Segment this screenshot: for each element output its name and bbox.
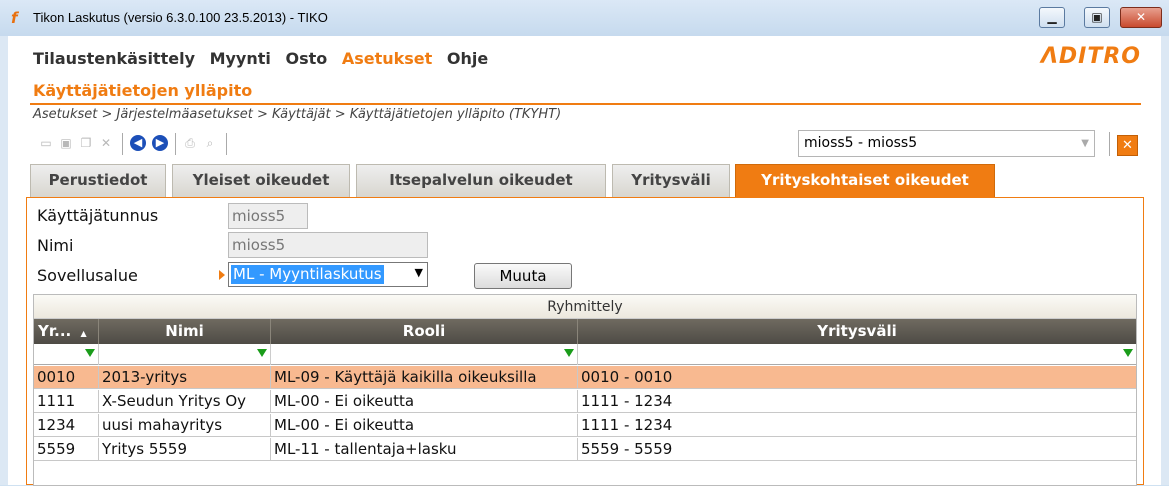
column-header-role[interactable]: Rooli: [271, 319, 578, 344]
column-header-company-label: Yr...: [38, 322, 72, 340]
filter-row: [34, 344, 1136, 365]
username-field: mioss5: [228, 203, 308, 229]
sort-ascending-icon: ▲: [80, 329, 87, 338]
chevron-down-icon[interactable]: ▼: [415, 266, 423, 279]
cell-role: ML-00 - Ei oikeutta: [271, 414, 578, 437]
cell-name: uusi mahayritys: [99, 414, 271, 437]
cell-name: Yritys 5559: [99, 438, 271, 461]
filter-cell[interactable]: [578, 344, 1136, 365]
cell-role: ML-11 - tallentaja+lasku: [271, 438, 578, 461]
menu-item-tilaustenkasittely[interactable]: Tilaustenkäsittely: [33, 49, 195, 68]
aditro-logo: ΛDITRO: [1040, 44, 1141, 69]
username-label: Käyttäjätunnus: [37, 206, 159, 225]
save-icon[interactable]: ▣: [58, 135, 74, 151]
page-title: Käyttäjätietojen ylläpito: [33, 81, 253, 100]
menu-item-ohje[interactable]: Ohje: [447, 49, 488, 68]
name-field: mioss5: [228, 232, 428, 258]
chevron-down-icon[interactable]: ▼: [1081, 131, 1089, 156]
cell-name: X-Seudun Yritys Oy: [99, 390, 271, 413]
table-row[interactable]: 1111 X-Seudun Yritys Oy ML-00 - Ei oikeu…: [34, 390, 1136, 413]
app-icon: f: [11, 9, 18, 27]
name-label: Nimi: [37, 236, 74, 255]
cell-company: 0010: [34, 366, 99, 389]
copy-icon[interactable]: ❐: [78, 135, 94, 151]
tab-yleiset-oikeudet[interactable]: Yleiset oikeudet: [172, 164, 350, 197]
application-area-value: ML - Myyntilaskutus: [231, 265, 384, 284]
cell-role: ML-00 - Ei oikeutta: [271, 390, 578, 413]
column-header-name[interactable]: Nimi: [99, 319, 271, 344]
required-marker-icon: [219, 270, 225, 280]
title-bar[interactable]: f Tikon Laskutus (versio 6.3.0.100 23.5.…: [0, 0, 1169, 36]
toolbar-separator: [122, 133, 123, 155]
title-divider: [30, 103, 1141, 105]
user-select-value: mioss5 - mioss5: [804, 135, 918, 151]
cell-company: 1111: [34, 390, 99, 413]
grid-header: Yr... ▲ Nimi Rooli Yritysväli: [34, 319, 1136, 344]
tab-yrityskohtaiset-oikeudet[interactable]: Yrityskohtaiset oikeudet: [735, 164, 995, 197]
grouping-bar[interactable]: Ryhmittely: [34, 295, 1136, 319]
user-select-combo[interactable]: mioss5 - mioss5 ▼: [798, 130, 1095, 157]
window-close-button[interactable]: ✕: [1120, 7, 1162, 28]
delete-icon[interactable]: ✕: [98, 135, 114, 151]
print-preview-icon[interactable]: ⌕: [202, 135, 218, 151]
filter-cell[interactable]: [34, 344, 99, 365]
forward-icon[interactable]: ▶: [152, 135, 168, 151]
toolbar-separator: [1109, 132, 1110, 156]
table-row[interactable]: 5559 Yritys 5559 ML-11 - tallentaja+lask…: [34, 438, 1136, 461]
cell-company-range: 1111 - 1234: [581, 392, 673, 410]
main-menu: Tilaustenkäsittely Myynti Osto Asetukset…: [33, 49, 497, 68]
toolbar-separator: [226, 133, 227, 155]
cell-company-range: 1111 - 1234: [581, 416, 673, 434]
maximize-button[interactable]: ▣: [1084, 7, 1110, 28]
filter-cell[interactable]: [99, 344, 271, 365]
tab-yritysvali[interactable]: Yritysväli: [612, 164, 730, 197]
window-title: Tikon Laskutus (versio 6.3.0.100 23.5.20…: [33, 10, 328, 25]
filter-icon[interactable]: [564, 349, 574, 357]
cell-company-range: 0010 - 0010: [581, 368, 673, 386]
application-area-label: Sovellusalue: [37, 266, 138, 285]
cell-company: 1234: [34, 414, 99, 437]
column-header-company[interactable]: Yr... ▲: [34, 319, 99, 344]
filter-icon[interactable]: [1123, 349, 1133, 357]
cell-role: ML-09 - Käyttäjä kaikilla oikeuksilla: [271, 366, 578, 389]
cell-company: 5559: [34, 438, 99, 461]
column-header-company-range[interactable]: Yritysväli: [578, 319, 1136, 344]
tab-perustiedot[interactable]: Perustiedot: [30, 164, 166, 197]
table-row[interactable]: 0010 2013-yritys ML-09 - Käyttäjä kaikil…: [34, 366, 1136, 389]
tab-content-panel: Käyttäjätunnus mioss5 Nimi mioss5 Sovell…: [26, 197, 1144, 486]
toolbar-separator: [175, 133, 176, 155]
application-area-select[interactable]: ML - Myyntilaskutus ▼: [228, 262, 428, 287]
cell-company-range: 5559 - 5559: [581, 440, 673, 458]
tab-itsepalvelun-oikeudet[interactable]: Itsepalvelun oikeudet: [356, 164, 606, 197]
cell-name: 2013-yritys: [99, 366, 271, 389]
change-button[interactable]: Muuta: [474, 263, 572, 289]
back-icon[interactable]: ◀: [130, 135, 146, 151]
menu-item-myynti[interactable]: Myynti: [210, 49, 271, 68]
rights-grid: Ryhmittely Yr... ▲ Nimi Rooli Yritysväli: [33, 294, 1137, 486]
close-page-button[interactable]: ✕: [1117, 135, 1138, 156]
application-window: f Tikon Laskutus (versio 6.3.0.100 23.5.…: [0, 0, 1169, 486]
filter-icon[interactable]: [257, 349, 267, 357]
new-icon[interactable]: ▭: [38, 135, 54, 151]
breadcrumb: Asetukset > Järjestelmäasetukset > Käytt…: [33, 107, 562, 122]
menu-item-osto[interactable]: Osto: [285, 49, 327, 68]
filter-cell[interactable]: [271, 344, 578, 365]
filter-icon[interactable]: [85, 349, 95, 357]
table-row[interactable]: 1234 uusi mahayritys ML-00 - Ei oikeutta…: [34, 414, 1136, 437]
print-icon[interactable]: ⎙: [182, 135, 198, 151]
client-area: Tilaustenkäsittely Myynti Osto Asetukset…: [8, 36, 1161, 486]
menu-item-asetukset[interactable]: Asetukset: [342, 49, 432, 68]
minimize-button[interactable]: ▁: [1039, 7, 1065, 28]
